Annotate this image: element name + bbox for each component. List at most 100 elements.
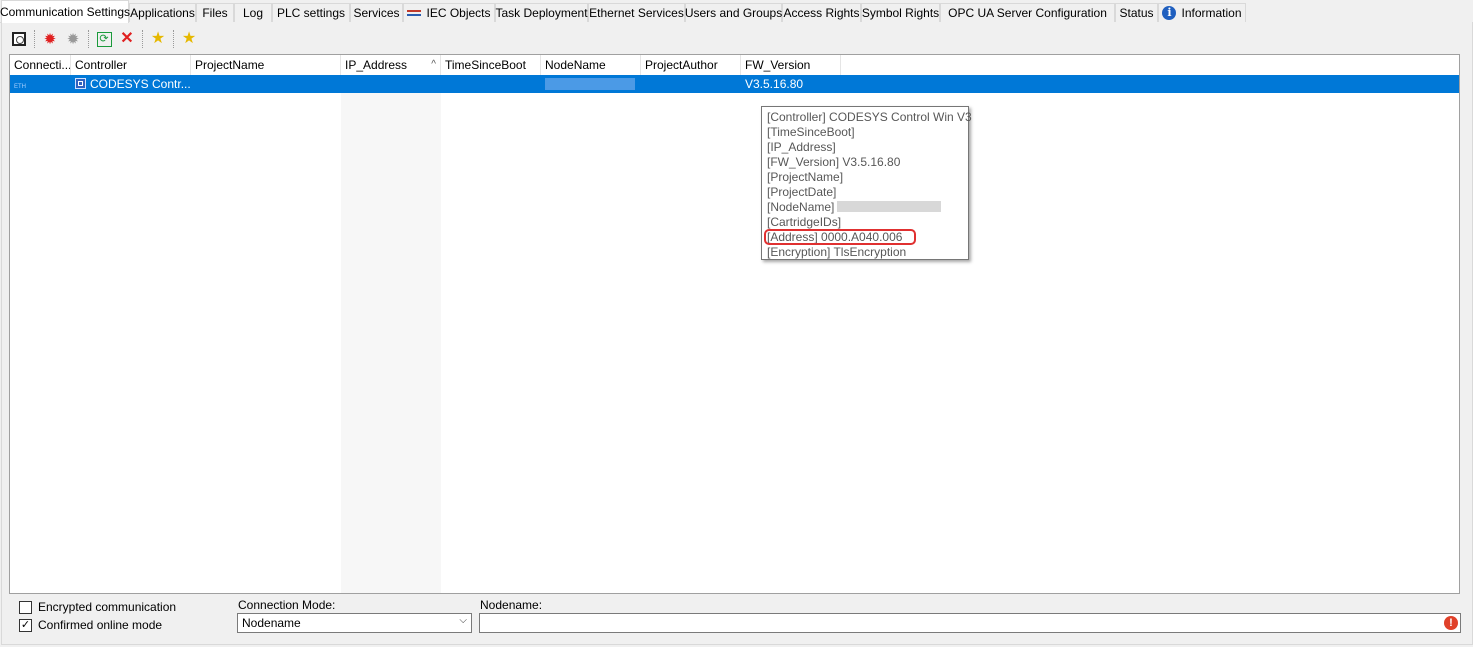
- favorites-icon: ★: [181, 30, 197, 47]
- column-header-connection[interactable]: Connecti...: [10, 55, 71, 75]
- tab-label: IEC Objects: [426, 6, 491, 20]
- column-header-project-name[interactable]: ProjectName: [191, 55, 341, 75]
- grid-header: Connecti... Controller ProjectName IP_Ad…: [10, 55, 1459, 76]
- project-name-cell: [191, 75, 341, 93]
- project-author-cell: [641, 75, 741, 93]
- confirmed-online-mode-checkbox[interactable]: ✓ Confirmed online mode: [19, 618, 162, 632]
- checkbox-checked[interactable]: ✓: [19, 618, 32, 632]
- column-header-ip-address[interactable]: IP_Address ^: [341, 55, 441, 75]
- controller-icon: [75, 78, 86, 90]
- toolbar-separator: [34, 30, 36, 48]
- scan-network-button[interactable]: ✹: [40, 29, 60, 49]
- tooltip-project-date: [ProjectDate]: [767, 185, 837, 199]
- tooltip-node-name-label: [NodeName]: [767, 200, 835, 214]
- tab-label: Task Deployment: [495, 6, 588, 20]
- controller-name: CODESYS Contr...: [90, 77, 191, 91]
- tab-communication-settings[interactable]: Communication Settings: [0, 0, 131, 23]
- tab-label: Communication Settings: [0, 5, 131, 19]
- tooltip-encryption: [Encryption] TlsEncryption: [767, 245, 907, 259]
- tab-label: Users and Groups: [684, 6, 783, 20]
- address-highlight-box: [764, 229, 916, 245]
- nodename-input[interactable]: !: [479, 613, 1461, 633]
- select-gateway-button[interactable]: [9, 29, 29, 49]
- tab-label: Ethernet Services: [589, 6, 684, 20]
- nodename-label: Nodename:: [480, 598, 543, 612]
- toolbar-separator: [173, 30, 175, 48]
- tooltip-controller: [Controller] CODESYS Control Win V3: [767, 110, 972, 124]
- device-info-tooltip: [Controller] CODESYS Control Win V3 [Tim…: [761, 106, 972, 260]
- tab-access-rights[interactable]: Access Rights: [782, 3, 861, 22]
- add-favorite-icon: ★: [150, 30, 166, 47]
- column-header-controller[interactable]: Controller: [71, 55, 191, 75]
- refresh-icon: ⟳: [96, 31, 112, 47]
- tab-log[interactable]: Log: [234, 3, 272, 22]
- tab-label: Log: [242, 6, 264, 20]
- toolbar-separator: [88, 30, 90, 48]
- checkbox-box[interactable]: [19, 600, 32, 614]
- tab-status[interactable]: Status: [1115, 3, 1158, 22]
- connection-mode-dropdown[interactable]: Nodename ⌵: [237, 613, 472, 633]
- tab-label: Status: [1119, 6, 1154, 20]
- scan-disabled-button[interactable]: ✹: [63, 29, 83, 49]
- toolbar-separator: [142, 30, 144, 48]
- tooltip-time-since-boot: [TimeSinceBoot]: [767, 125, 855, 139]
- tab-bar: Communication Settings Applications File…: [0, 0, 1473, 23]
- connection-mode-label: Connection Mode:: [238, 598, 336, 612]
- confirmed-online-mode-label: Confirmed online mode: [38, 618, 163, 632]
- tooltip-node-name: [NodeName]: [767, 200, 968, 215]
- connection-cell: ETH: [10, 75, 71, 93]
- tooltip-ip-address: [IP_Address]: [767, 140, 836, 154]
- refresh-button[interactable]: ⟳: [94, 29, 114, 49]
- redacted-node-name: [545, 77, 635, 90]
- node-name-cell: [541, 75, 641, 93]
- tab-files[interactable]: Files: [196, 3, 234, 22]
- tab-label: Symbol Rights: [861, 6, 940, 20]
- tab-ethernet-services[interactable]: Ethernet Services: [588, 3, 685, 22]
- ip-address-cell: [341, 75, 441, 93]
- select-gateway-icon: [12, 32, 26, 46]
- tab-label: Services: [353, 6, 400, 20]
- column-header-project-author[interactable]: ProjectAuthor: [641, 55, 741, 75]
- column-header-fw-version[interactable]: FW_Version: [741, 55, 841, 75]
- ethernet-icon: ETH: [14, 84, 26, 90]
- scan-network-icon: ✹: [43, 30, 57, 48]
- tab-label: Information: [1181, 6, 1242, 20]
- info-icon: i: [1162, 6, 1177, 20]
- column-header-time-since-boot[interactable]: TimeSinceBoot: [441, 55, 541, 75]
- connection-mode-value: Nodename: [242, 616, 301, 630]
- tab-task-deployment[interactable]: Task Deployment: [495, 3, 588, 22]
- add-favorite-button[interactable]: ★: [148, 29, 168, 49]
- toolbar: ✹ ✹ ⟳ ✕ ★ ★: [9, 28, 202, 50]
- error-icon: !: [1444, 616, 1458, 630]
- column-label: IP_Address: [345, 58, 408, 72]
- tab-label: PLC settings: [276, 6, 346, 20]
- column-header-node-name[interactable]: NodeName: [541, 55, 641, 75]
- tab-label: Applications: [130, 6, 195, 20]
- tab-plc-settings[interactable]: PLC settings: [272, 3, 350, 22]
- tab-services[interactable]: Services: [350, 3, 403, 22]
- tooltip-project-name: [ProjectName]: [767, 170, 844, 184]
- tab-symbol-rights[interactable]: Symbol Rights: [861, 3, 940, 22]
- tab-opc-ua-server-configuration[interactable]: OPC UA Server Configuration: [940, 3, 1115, 22]
- chevron-down-icon: ⌵: [459, 615, 467, 626]
- tab-iec-objects[interactable]: IEC Objects: [403, 3, 495, 22]
- table-row[interactable]: ETH CODESYS Contr... V3.5.16.80: [10, 75, 1459, 93]
- tab-users-and-groups[interactable]: Users and Groups: [685, 3, 782, 22]
- scan-disabled-icon: ✹: [66, 30, 80, 48]
- encrypted-communication-checkbox[interactable]: Encrypted communication: [19, 600, 176, 614]
- tab-applications[interactable]: Applications: [129, 3, 196, 22]
- tab-label: OPC UA Server Configuration: [948, 6, 1107, 20]
- favorites-button[interactable]: ★: [179, 29, 199, 49]
- tooltip-fw-version: [FW_Version] V3.5.16.80: [767, 155, 901, 169]
- tab-information[interactable]: i Information: [1158, 3, 1246, 22]
- tooltip-cartridge-ids: [CartridgeIDs]: [767, 215, 842, 229]
- delete-button[interactable]: ✕: [117, 29, 137, 49]
- controller-cell: CODESYS Contr...: [71, 75, 191, 93]
- tab-label: Files: [202, 6, 228, 20]
- time-since-boot-cell: [441, 75, 541, 93]
- sort-ascending-icon: ^: [431, 59, 436, 70]
- fw-version-cell: V3.5.16.80: [745, 77, 804, 91]
- device-grid[interactable]: Connecti... Controller ProjectName IP_Ad…: [9, 54, 1460, 594]
- delete-icon: ✕: [120, 30, 134, 47]
- sorted-column-shade: [341, 75, 441, 593]
